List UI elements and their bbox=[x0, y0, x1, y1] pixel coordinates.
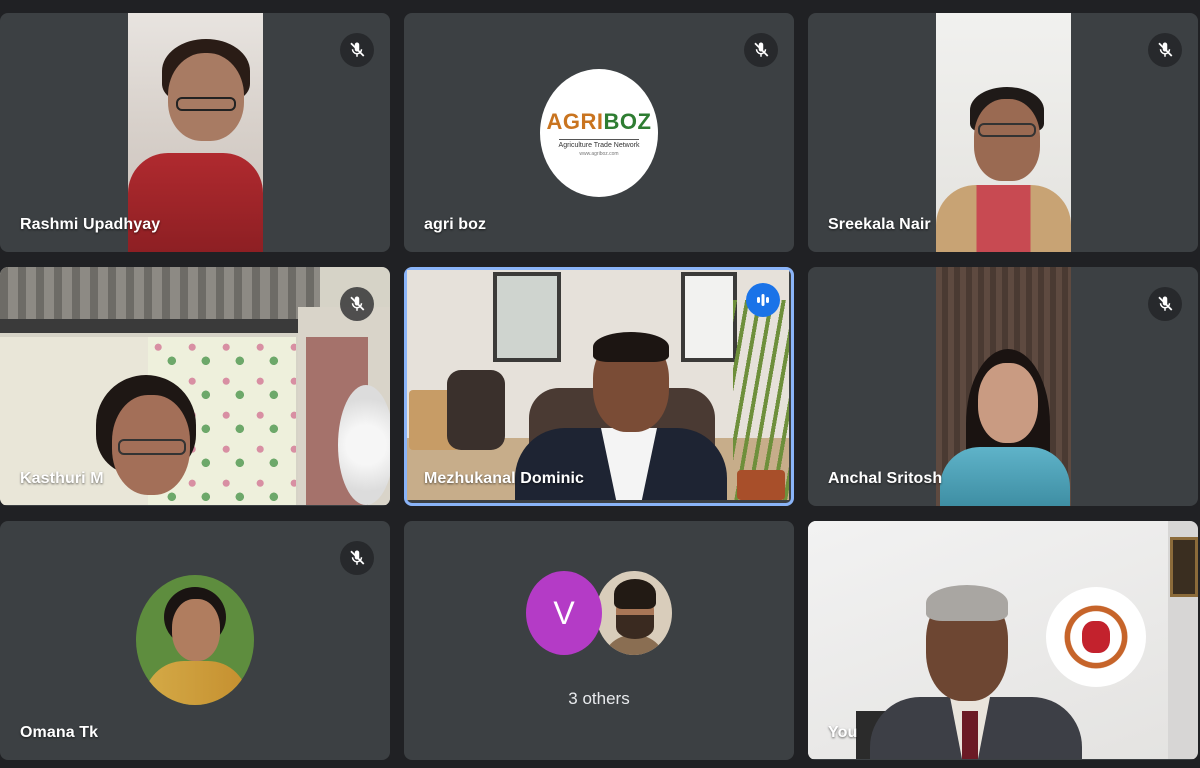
mic-off-icon bbox=[340, 33, 374, 67]
participant-name: Sreekala Nair bbox=[828, 216, 931, 233]
participant-tile-kasthuri-m[interactable]: Kasthuri M bbox=[0, 267, 390, 506]
self-video bbox=[808, 521, 1198, 759]
logo-tagline: Agriculture Trade Network bbox=[558, 139, 640, 149]
participant-name: Rashmi Upadhyay bbox=[20, 216, 161, 233]
participant-name: agri boz bbox=[424, 216, 487, 233]
logo-text-agri: AGRI bbox=[546, 109, 604, 134]
participant-video bbox=[936, 13, 1071, 252]
mic-off-icon bbox=[340, 541, 374, 575]
others-count-label: 3 others bbox=[568, 689, 630, 708]
participant-name: You bbox=[828, 724, 858, 741]
participant-name: Omana Tk bbox=[20, 724, 99, 741]
participant-name: Mezhukanal Dominic bbox=[424, 470, 585, 487]
participant-tile-rashmi-upadhyay[interactable]: Rashmi Upadhyay bbox=[0, 13, 390, 252]
participant-tile-sreekala-nair[interactable]: Sreekala Nair bbox=[808, 13, 1198, 252]
mic-off-icon bbox=[1148, 33, 1182, 67]
participant-tile-agri-boz[interactable]: AGRIBOZ Agriculture Trade Network www.ag… bbox=[404, 13, 794, 252]
participant-tile-omana-tk[interactable]: Omana Tk bbox=[0, 521, 390, 760]
participant-video bbox=[936, 267, 1071, 506]
participant-tile-you[interactable]: You bbox=[808, 521, 1198, 760]
mic-off-icon bbox=[340, 287, 374, 321]
mic-off-icon bbox=[1148, 287, 1182, 321]
mic-off-icon bbox=[744, 33, 778, 67]
avatar bbox=[596, 571, 672, 655]
participant-tile-others[interactable]: V 3 others bbox=[404, 521, 794, 760]
logo-text-boz: BOZ bbox=[603, 109, 652, 134]
agriboz-logo: AGRIBOZ Agriculture Trade Network www.ag… bbox=[540, 69, 658, 197]
participant-name: Kasthuri M bbox=[20, 470, 104, 487]
logo-url: www.agriboz.com bbox=[579, 151, 619, 157]
audio-level-icon bbox=[746, 283, 780, 317]
participant-tile-mezhukanal-dominic[interactable]: Mezhukanal Dominic bbox=[404, 267, 794, 506]
participant-tile-anchal-sritosh[interactable]: Anchal Sritosh bbox=[808, 267, 1198, 506]
avatar bbox=[136, 575, 254, 705]
participant-name: Anchal Sritosh bbox=[828, 470, 943, 487]
avatar-letter: V bbox=[526, 571, 602, 655]
participant-video bbox=[407, 270, 789, 500]
